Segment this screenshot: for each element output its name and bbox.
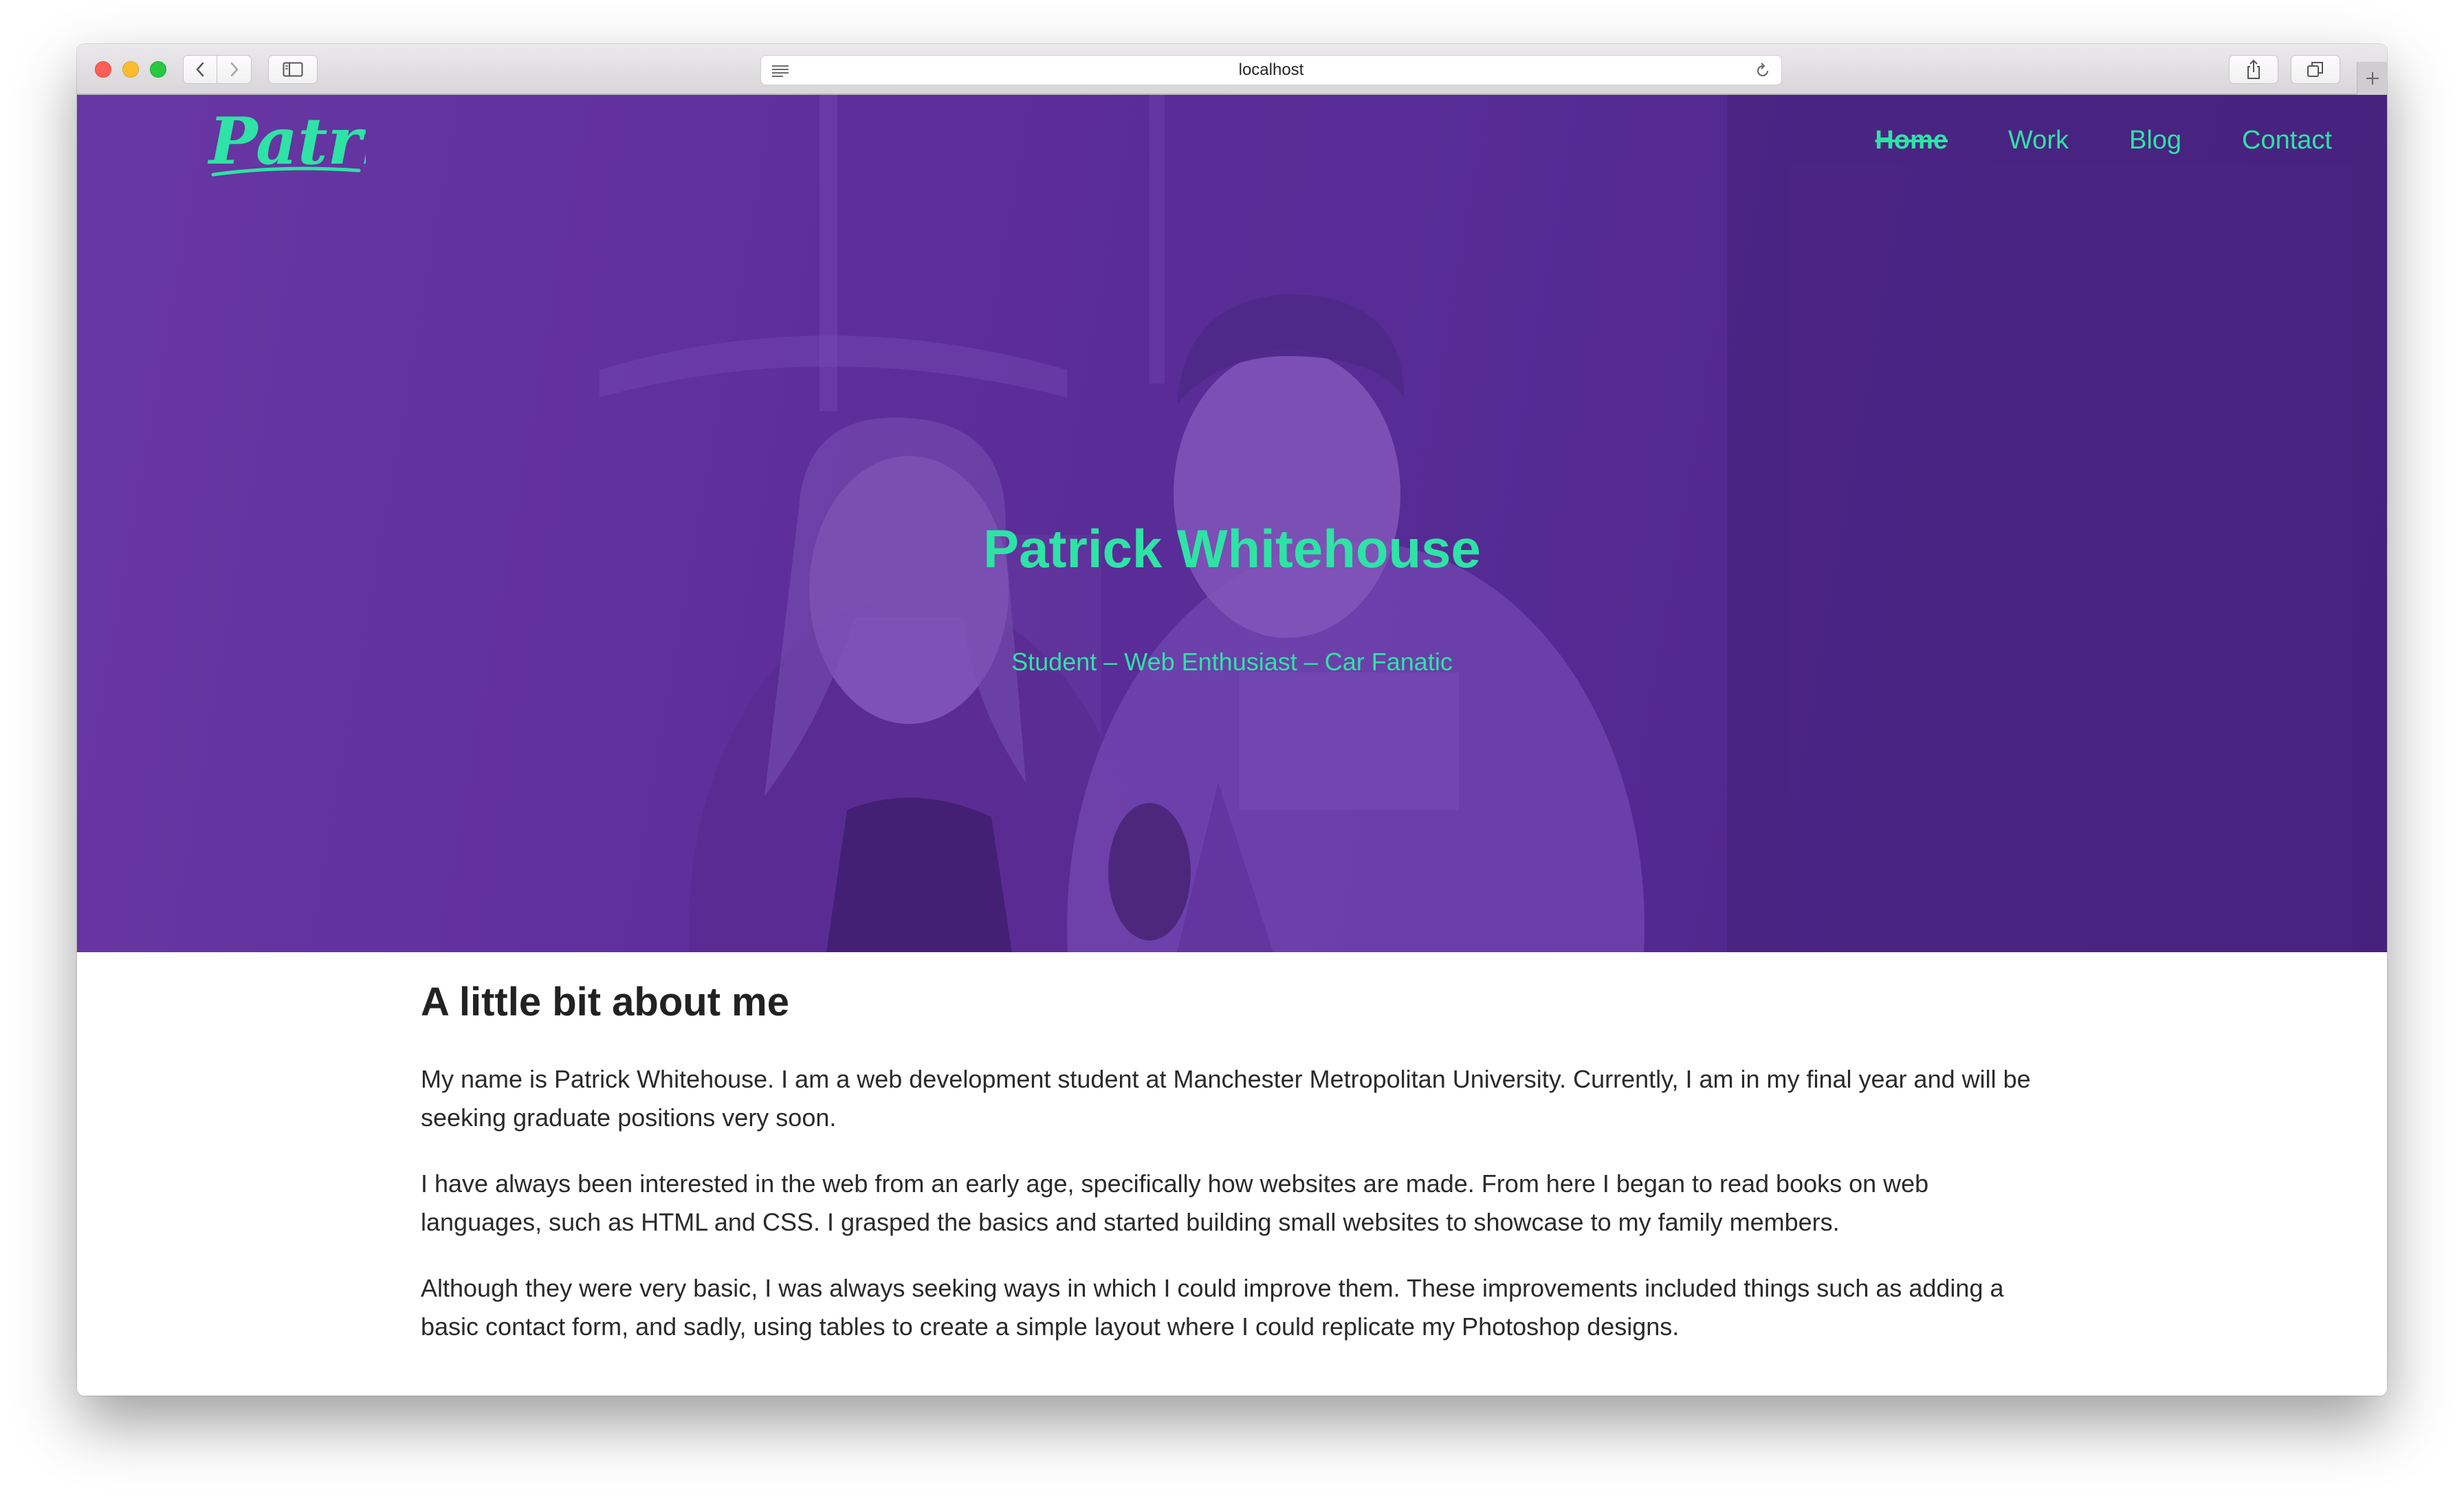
- new-tab-button[interactable]: [2357, 62, 2387, 95]
- sidebar-icon: [283, 62, 303, 77]
- zoom-window-button[interactable]: [150, 61, 166, 78]
- about-paragraph: My name is Patrick Whitehouse. I am a we…: [421, 1065, 2031, 1132]
- page-viewport: Patrick Home Work Blog Contact Patrick W…: [77, 95, 2387, 1396]
- nav-link-contact[interactable]: Contact: [2242, 121, 2332, 160]
- browser-window: localhost Patr Home Work Blog Contact Pa…: [77, 44, 2387, 1396]
- chevron-right-icon: [230, 62, 238, 77]
- nav-link-work[interactable]: Work: [2008, 121, 2069, 160]
- reload-icon[interactable]: [1754, 62, 1772, 80]
- site-logo[interactable]: Patrick: [206, 107, 366, 183]
- hero-subtitle: Student – Web Enthusiast – Car Fanatic: [1011, 648, 1453, 676]
- about-section: A little bit about me My name is Patrick…: [421, 975, 2043, 1374]
- browser-toolbar: localhost: [77, 44, 2387, 95]
- about-paragraph: I have always been interested in the web…: [421, 1169, 1929, 1236]
- close-window-button[interactable]: [95, 61, 111, 78]
- about-heading: A little bit about me: [421, 980, 789, 1024]
- back-button[interactable]: [183, 55, 217, 84]
- hero-section: Patrick Home Work Blog Contact Patrick W…: [77, 95, 2387, 952]
- main-nav: Home Work Blog Contact: [1814, 121, 2332, 160]
- minimize-window-button[interactable]: [122, 61, 139, 78]
- sidebar-toggle-button[interactable]: [268, 55, 318, 84]
- nav-link-home[interactable]: Home: [1875, 121, 1948, 160]
- share-icon: [2247, 59, 2260, 79]
- forward-button[interactable]: [217, 55, 252, 84]
- show-tabs-button[interactable]: [2291, 55, 2340, 84]
- hero-title: Patrick Whitehouse: [983, 518, 1481, 579]
- chevron-left-icon: [196, 62, 204, 77]
- url-text: localhost: [1238, 60, 1304, 79]
- plus-icon: [2366, 72, 2379, 85]
- about-paragraph: Although they were very basic, I was alw…: [421, 1274, 2004, 1341]
- tabs-icon: [2307, 62, 2323, 77]
- nav-link-blog[interactable]: Blog: [2129, 121, 2181, 160]
- address-bar[interactable]: localhost: [760, 55, 1782, 85]
- share-button[interactable]: [2229, 55, 2278, 84]
